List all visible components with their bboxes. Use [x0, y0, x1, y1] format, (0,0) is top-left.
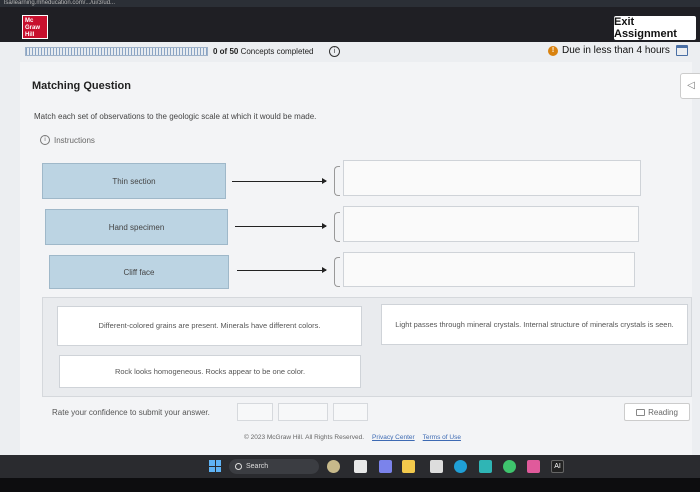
os-taskbar: Search AI: [0, 455, 700, 478]
browser-url-bar[interactable]: lsa/learning.mheducation.com/.../ui/3/ud…: [0, 0, 700, 7]
term-hand-specimen: Hand specimen: [45, 209, 228, 245]
book-icon: [636, 408, 646, 416]
drop-bracket: [334, 257, 340, 287]
collapse-tab-icon[interactable]: ◁: [680, 73, 700, 99]
drop-zone-cliff-face[interactable]: [343, 252, 635, 287]
concepts-completed-suffix: Concepts completed: [240, 47, 314, 56]
reading-button[interactable]: Reading: [624, 403, 690, 421]
footer: © 2023 McGraw Hill. All Rights Reserved.…: [244, 434, 461, 441]
arrow-icon: [235, 223, 327, 229]
taskbar-search-label: Search: [246, 463, 269, 470]
drop-bracket: [334, 166, 340, 196]
concepts-progress-bar: [25, 47, 208, 56]
ai-app-icon[interactable]: AI: [551, 460, 564, 473]
weather-widget-icon[interactable]: [327, 460, 340, 473]
top-header: Mc Graw Hill Exit Assignment: [0, 7, 700, 42]
exit-assignment-button[interactable]: Exit Assignment: [614, 16, 696, 40]
drop-bracket: [334, 212, 340, 242]
chrome-icon[interactable]: [503, 460, 516, 473]
search-icon: [235, 463, 242, 470]
arrow-icon: [237, 267, 327, 273]
confidence-button-low[interactable]: [237, 403, 273, 421]
confidence-button-high[interactable]: [333, 403, 368, 421]
question-title: Matching Question: [32, 80, 131, 92]
progress-row: 0 of 50 Concepts completed i ! Due in le…: [0, 42, 700, 62]
drop-zone-hand-specimen[interactable]: [343, 206, 639, 242]
confidence-button-medium[interactable]: [278, 403, 328, 421]
app-icon[interactable]: [479, 460, 492, 473]
app-icon[interactable]: [527, 460, 540, 473]
confidence-label: Rate your confidence to submit your answ…: [52, 408, 210, 417]
concepts-progress-text: 0 of 50 Concepts completed: [213, 47, 314, 56]
calendar-icon[interactable]: [676, 45, 688, 56]
copyright-text: © 2023 McGraw Hill. All Rights Reserved.: [244, 434, 365, 441]
choice-card[interactable]: Rock looks homogeneous. Rocks appear to …: [59, 355, 361, 388]
reading-label: Reading: [648, 407, 678, 417]
file-explorer-icon[interactable]: [354, 460, 367, 473]
alert-icon: !: [548, 46, 558, 56]
choice-card[interactable]: Different-colored grains are present. Mi…: [57, 306, 362, 346]
info-icon[interactable]: i: [329, 46, 340, 57]
instructions-label: Instructions: [54, 135, 95, 145]
windows-start-icon[interactable]: [209, 460, 221, 472]
taskbar-search[interactable]: Search: [229, 459, 319, 474]
folder-icon[interactable]: [402, 460, 415, 473]
screen-bezel: [0, 478, 700, 492]
info-icon: i: [40, 135, 50, 145]
terms-of-use-link[interactable]: Terms of Use: [423, 434, 461, 441]
edge-browser-icon[interactable]: [454, 460, 467, 473]
due-date-text: Due in less than 4 hours: [562, 45, 670, 56]
instructions-toggle[interactable]: i Instructions: [40, 135, 95, 145]
question-prompt: Match each set of observations to the ge…: [34, 112, 317, 121]
store-icon[interactable]: [430, 460, 443, 473]
term-thin-section: Thin section: [42, 163, 226, 199]
term-cliff-face: Cliff face: [49, 255, 229, 289]
teams-icon[interactable]: [379, 460, 392, 473]
privacy-center-link[interactable]: Privacy Center: [372, 434, 415, 441]
mcgraw-hill-logo: Mc Graw Hill: [22, 15, 48, 39]
choice-card[interactable]: Light passes through mineral crystals. I…: [381, 304, 688, 345]
drop-zone-thin-section[interactable]: [343, 160, 641, 196]
concepts-completed-count: 0 of 50: [213, 47, 239, 56]
arrow-icon: [232, 178, 327, 184]
